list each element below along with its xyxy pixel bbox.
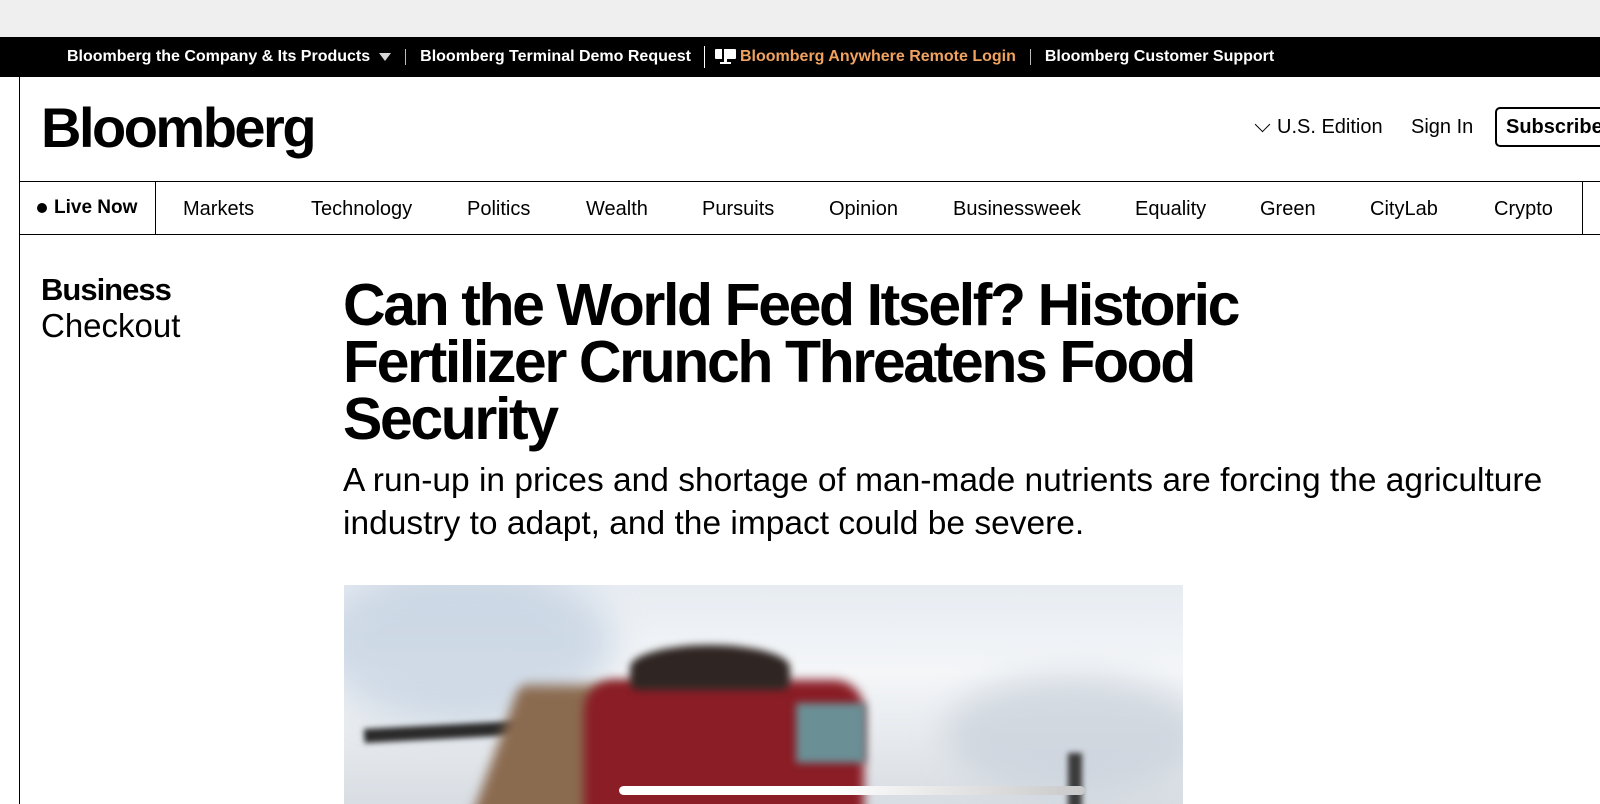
nav-item-technology[interactable]: Technology xyxy=(311,198,412,221)
divider xyxy=(405,49,407,65)
divider xyxy=(1029,49,1031,65)
nav-item-green[interactable]: Green xyxy=(1260,198,1316,221)
live-now-link[interactable]: Live Now xyxy=(20,182,156,234)
live-now-label: Live Now xyxy=(54,197,138,218)
subscribe-button[interactable]: Subscribe xyxy=(1495,107,1600,147)
corporate-top-bar: Bloomberg the Company & Its Products Blo… xyxy=(0,37,1600,77)
site-header: Bloomberg U.S. Edition Sign In Subscribe xyxy=(20,77,1600,181)
customer-support-link[interactable]: Bloomberg Customer Support xyxy=(1045,48,1274,66)
sign-in-link[interactable]: Sign In xyxy=(1411,116,1473,139)
monitor-icon xyxy=(715,49,736,65)
nav-item-crypto[interactable]: Crypto xyxy=(1494,198,1553,221)
article-dek: A run-up in prices and shortage of man-m… xyxy=(343,462,1543,542)
nav-item-opinion[interactable]: Opinion xyxy=(829,198,898,221)
nav-item-equality[interactable]: Equality xyxy=(1135,198,1206,221)
caret-down-icon xyxy=(379,52,392,61)
edition-selector[interactable]: U.S. Edition xyxy=(1254,116,1383,139)
status-strip xyxy=(0,0,1600,37)
section-secondary: Checkout xyxy=(41,307,181,344)
section-label[interactable]: Business Checkout xyxy=(41,272,180,344)
company-products-label: Bloomberg the Company & Its Products xyxy=(67,48,371,65)
company-products-link[interactable]: Bloomberg the Company & Its Products xyxy=(67,48,392,66)
nav-item-citylab[interactable]: CityLab xyxy=(1370,198,1438,221)
main-nav: Live Now Markets Technology Politics Wea… xyxy=(20,181,1600,235)
anywhere-login-link[interactable]: Bloomberg Anywhere Remote Login xyxy=(715,48,1016,66)
anywhere-login-label: Bloomberg Anywhere Remote Login xyxy=(740,48,1016,65)
nav-item-businessweek[interactable]: Businessweek xyxy=(953,198,1081,221)
article-headline: Can the World Feed Itself? Historic Fert… xyxy=(343,272,1240,452)
nav-item-pursuits[interactable]: Pursuits xyxy=(702,198,774,221)
terminal-demo-link[interactable]: Bloomberg Terminal Demo Request xyxy=(420,48,691,66)
edition-label: U.S. Edition xyxy=(1277,116,1383,138)
nav-divider xyxy=(1582,182,1583,234)
bloomberg-logo[interactable]: Bloomberg xyxy=(41,98,317,158)
section-primary: Business xyxy=(41,272,172,307)
divider xyxy=(704,46,705,68)
nav-item-wealth[interactable]: Wealth xyxy=(586,198,648,221)
chevron-down-icon xyxy=(1254,116,1271,133)
home-indicator xyxy=(619,786,1085,795)
hero-image xyxy=(344,585,1183,804)
nav-item-politics[interactable]: Politics xyxy=(467,198,530,221)
nav-item-markets[interactable]: Markets xyxy=(183,198,254,221)
live-dot-icon xyxy=(37,203,47,213)
